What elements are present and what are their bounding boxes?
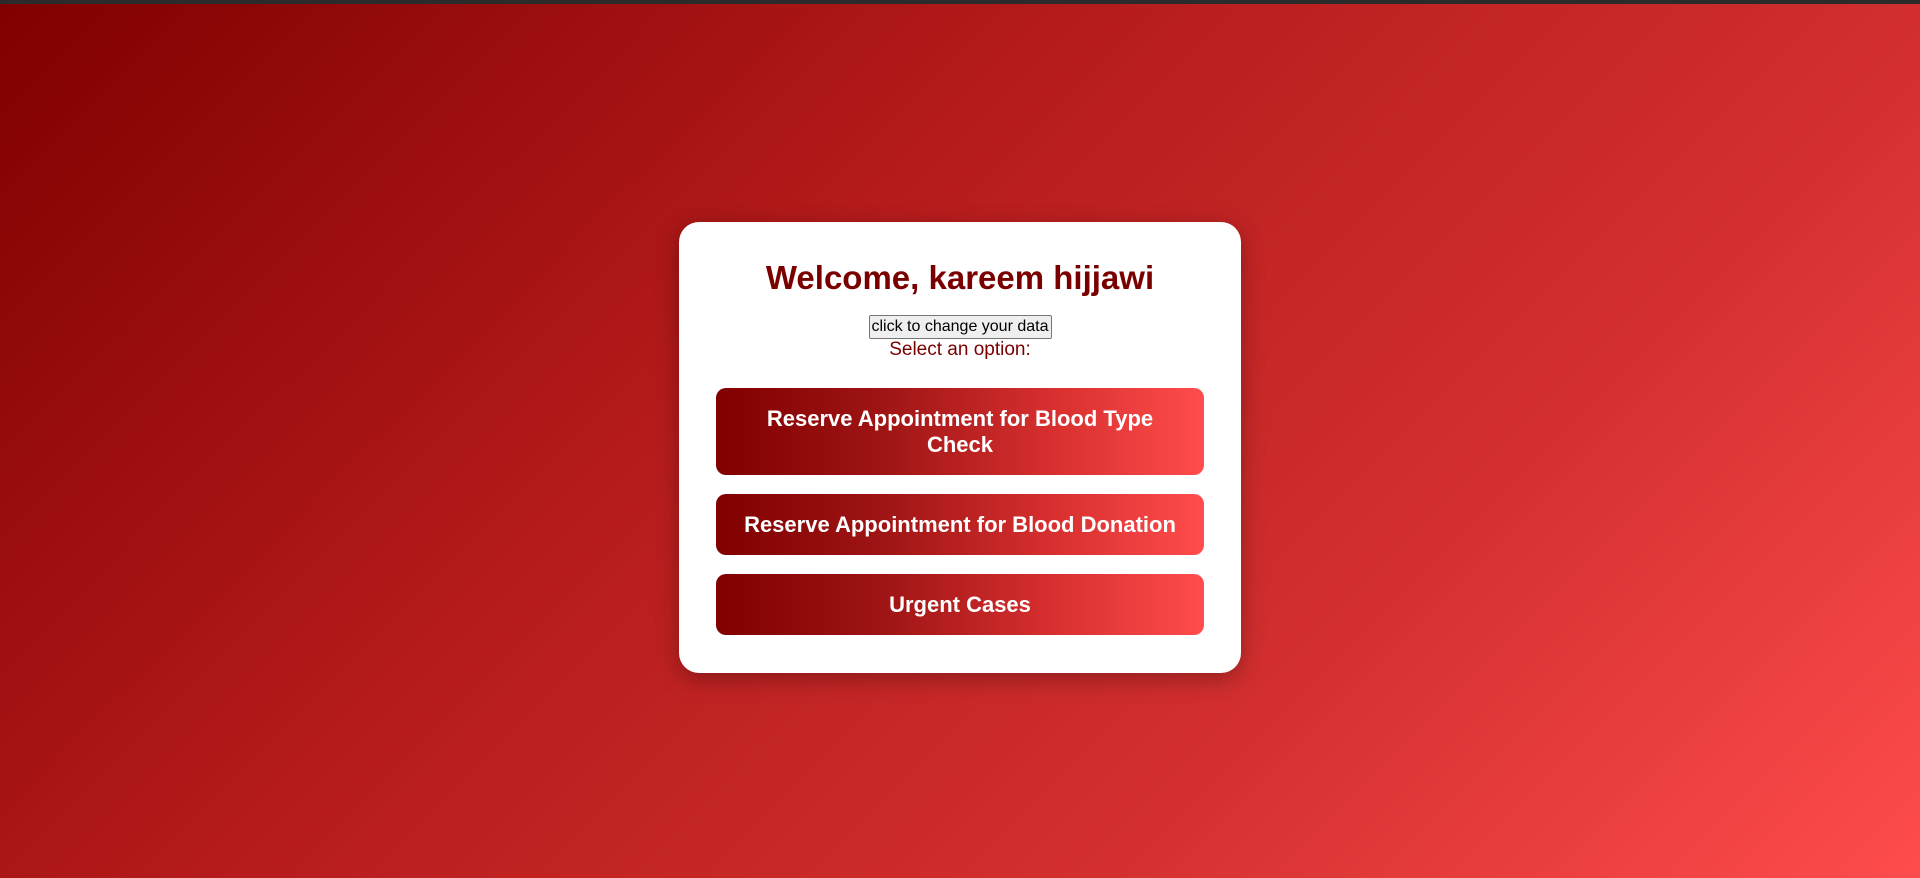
blood-donation-button[interactable]: Reserve Appointment for Blood Donation: [716, 494, 1204, 555]
urgent-cases-button[interactable]: Urgent Cases: [716, 574, 1204, 635]
select-option-label: Select an option:: [889, 339, 1031, 360]
welcome-card: Welcome, kareem hijjawi click to change …: [679, 222, 1241, 673]
blood-type-check-button[interactable]: Reserve Appointment for Blood Type Check: [716, 388, 1204, 475]
page-title: Welcome, kareem hijjawi: [765, 259, 1155, 296]
change-data-button[interactable]: click to change your data: [868, 315, 1052, 339]
page-background: Welcome, kareem hijjawi click to change …: [0, 0, 1920, 878]
options-list: Reserve Appointment for Blood Type Check…: [716, 388, 1204, 635]
